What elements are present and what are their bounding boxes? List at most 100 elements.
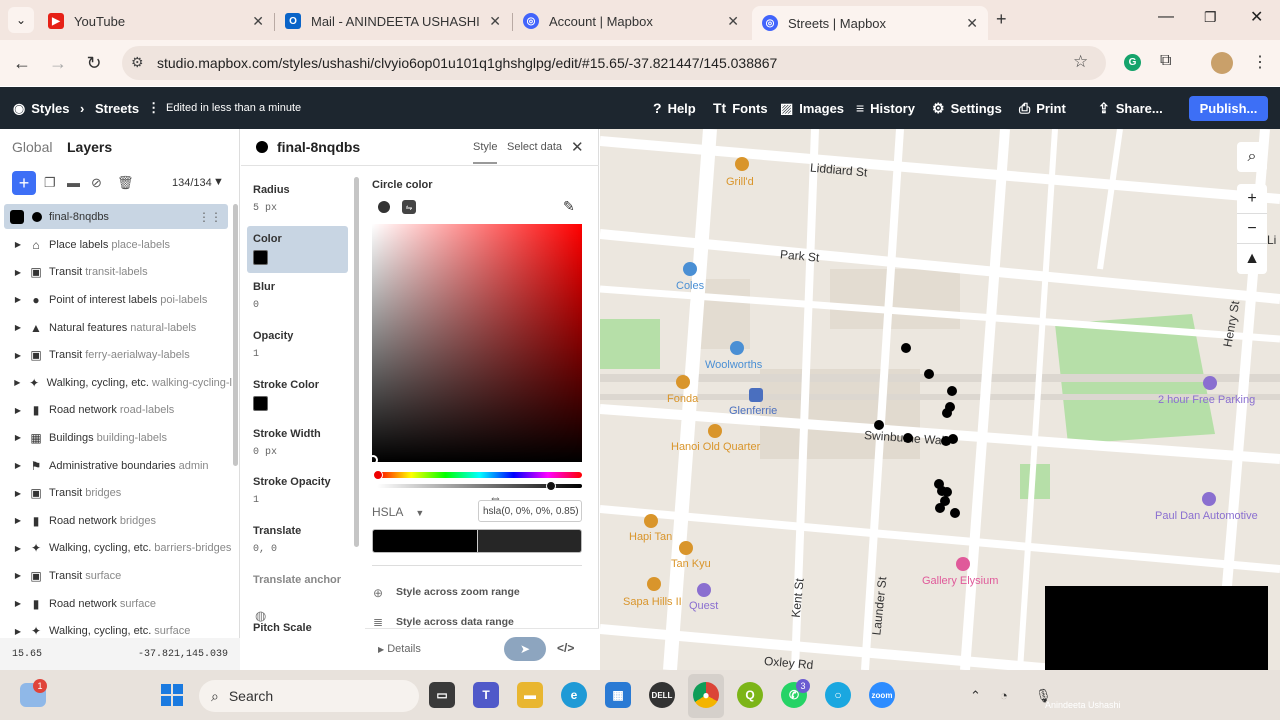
style-name[interactable]: Streets ⋮	[95, 87, 160, 129]
shop-icon[interactable]	[683, 262, 697, 276]
alexa-icon[interactable]: ○	[825, 682, 851, 708]
layer-row[interactable]: ▶ ▦ Buildings building-labels	[0, 424, 232, 452]
teams-icon[interactable]: T	[473, 682, 499, 708]
tab-layers[interactable]: Layers	[67, 139, 112, 155]
file-explorer-icon[interactable]: ▬	[517, 682, 543, 708]
drag-handle-icon[interactable]: ⋮⋮	[198, 210, 222, 224]
layer-row[interactable]: ▶ ● Point of interest labels poi-labels	[0, 286, 232, 314]
address-bar[interactable]: studio.mapbox.com/styles/ushashi/clvyio6…	[122, 46, 1106, 80]
maximize-button[interactable]: ❐	[1204, 9, 1217, 26]
property-color-label[interactable]: Color	[253, 233, 348, 245]
hue-slider[interactable]	[377, 472, 582, 478]
tab-select-data[interactable]: Select data	[507, 141, 562, 153]
browser-menu-icon[interactable]: ⋮	[1252, 52, 1268, 72]
hotel-icon[interactable]	[697, 583, 711, 597]
data-point[interactable]	[924, 369, 934, 379]
tab-style[interactable]: Style	[473, 141, 498, 164]
restaurant-icon[interactable]	[676, 375, 690, 389]
poi-label[interactable]: Grill'd	[726, 176, 754, 188]
property-blur-label[interactable]: Blur	[253, 281, 348, 293]
poi-label[interactable]: 2 hour Free Parking	[1158, 394, 1255, 406]
network-icon[interactable]: ◔	[1000, 688, 1008, 703]
expand-triangle-icon[interactable]: ▶	[8, 571, 28, 580]
task-view-icon[interactable]: ▭	[429, 682, 455, 708]
layer-row[interactable]: ▶ ▮ Road network surface	[0, 590, 232, 618]
poi-label[interactable]: Woolworths	[705, 359, 762, 371]
publish-button[interactable]: Publish...	[1189, 96, 1268, 121]
train-station-icon[interactable]	[749, 388, 763, 402]
layer-row[interactable]: ▶ ▣ Transit surface	[0, 562, 232, 590]
tab-global[interactable]: Global	[12, 139, 52, 155]
layer-row[interactable]: ▶ ▲ Natural features natural-labels	[0, 314, 232, 342]
minimize-button[interactable]: —	[1158, 8, 1174, 26]
property-radius-label[interactable]: Radius	[253, 184, 348, 196]
property-stroke-opacity-label[interactable]: Stroke Opacity	[253, 476, 348, 488]
history-button[interactable]: ≡ History	[856, 87, 915, 129]
expand-triangle-icon[interactable]: ▶	[8, 323, 28, 332]
data-point[interactable]	[948, 434, 958, 444]
color-value-input[interactable]: hsla(0, 0%, 0%, 0.85)	[478, 500, 582, 522]
stroke-color-swatch[interactable]	[253, 396, 268, 411]
folder-icon[interactable]: ▬	[67, 175, 80, 190]
tab-streets-mapbox[interactable]: ◎ Streets | Mapbox ✕	[752, 6, 988, 40]
color-swatch[interactable]	[253, 250, 268, 265]
data-point[interactable]	[901, 343, 911, 353]
style-across-zoom-button[interactable]: Style across zoom range	[396, 586, 520, 598]
color-mode-select[interactable]: HSLA ▼	[372, 505, 424, 519]
property-pitch-scale-label[interactable]: Pitch Scale	[253, 622, 348, 634]
layer-row[interactable]: ▶ ⚑ Administrative boundaries admin	[0, 452, 232, 480]
delete-icon[interactable]: 🗑	[117, 175, 134, 191]
data-point[interactable]	[950, 508, 960, 518]
cursor-mode-button[interactable]: ➤	[504, 637, 546, 661]
data-point[interactable]	[947, 386, 957, 396]
layer-title[interactable]: final-8nqdbs	[277, 139, 360, 155]
map-canvas[interactable]: Liddiard St Park St Swinburne Walk Kent …	[600, 129, 1280, 670]
data-point[interactable]	[935, 503, 945, 513]
qlik-icon[interactable]: Q	[737, 682, 763, 708]
style-across-data-button[interactable]: Style across data range	[396, 616, 514, 627]
tab-youtube[interactable]: ▶ YouTube ✕	[38, 6, 274, 36]
kebab-menu-icon[interactable]: ⋮	[147, 100, 160, 116]
site-info-icon[interactable]: ⚙	[131, 54, 144, 71]
close-icon[interactable]: ✕	[489, 13, 501, 30]
globe-icon[interactable]: ◍	[255, 608, 266, 624]
scrollbar[interactable]	[233, 204, 238, 466]
new-tab-button[interactable]: +	[996, 9, 1007, 30]
poi-label[interactable]: Quest	[689, 600, 718, 612]
windows-start-icon[interactable]	[161, 684, 183, 706]
data-point[interactable]	[942, 408, 952, 418]
property-stroke-width-label[interactable]: Stroke Width	[253, 428, 348, 440]
expand-triangle-icon[interactable]: ▶	[8, 544, 28, 553]
compass-icon[interactable]: ▲	[1237, 244, 1267, 274]
grammarly-extension-icon[interactable]: G	[1124, 54, 1141, 71]
restaurant-icon[interactable]	[735, 157, 749, 171]
close-icon[interactable]: ✕	[727, 13, 739, 30]
layer-row[interactable]: ▶ ▣ Transit bridges	[0, 479, 232, 507]
expand-triangle-icon[interactable]: ▶	[8, 295, 28, 304]
eyedropper-icon[interactable]: ✎	[563, 198, 575, 215]
poi-label[interactable]: Hanoi Old Quarter	[671, 441, 760, 453]
expand-triangle-icon[interactable]: ▶	[8, 351, 28, 360]
taskbar-search[interactable]: ⌕ Search	[199, 680, 419, 712]
zoom-icon[interactable]: zoom	[869, 682, 895, 708]
poi-label[interactable]: Sapa Hills II	[623, 596, 682, 608]
zoom-out-button[interactable]: −	[1237, 214, 1267, 244]
zoom-in-button[interactable]: +	[1237, 184, 1267, 214]
poi-label[interactable]: Gallery Elysium	[922, 575, 998, 587]
print-button[interactable]: ⎙ Print	[1019, 87, 1066, 129]
expression-toggle-icon[interactable]: ⇋	[402, 200, 416, 214]
bookmark-star-icon[interactable]: ☆	[1073, 52, 1088, 72]
layer-row[interactable]: ▶ ▣ Transit transit-labels	[0, 259, 232, 287]
close-icon[interactable]: ✕	[571, 138, 584, 156]
scrollbar[interactable]	[354, 177, 359, 547]
chevron-up-icon[interactable]: ⌃	[970, 688, 981, 704]
property-translate-label[interactable]: Translate	[253, 525, 348, 537]
expand-triangle-icon[interactable]: ▶	[8, 627, 28, 636]
expand-triangle-icon[interactable]: ▶	[8, 516, 28, 525]
layer-row[interactable]: ▶ ▣ Transit ferry-aerialway-labels	[0, 341, 232, 369]
edge-icon[interactable]: e	[561, 682, 587, 708]
expand-triangle-icon[interactable]: ▶	[8, 461, 28, 470]
property-stroke-color-label[interactable]: Stroke Color	[253, 379, 348, 391]
layer-row[interactable]: ▶ ▮ Road network bridges	[0, 507, 232, 535]
restaurant-icon[interactable]	[644, 514, 658, 528]
